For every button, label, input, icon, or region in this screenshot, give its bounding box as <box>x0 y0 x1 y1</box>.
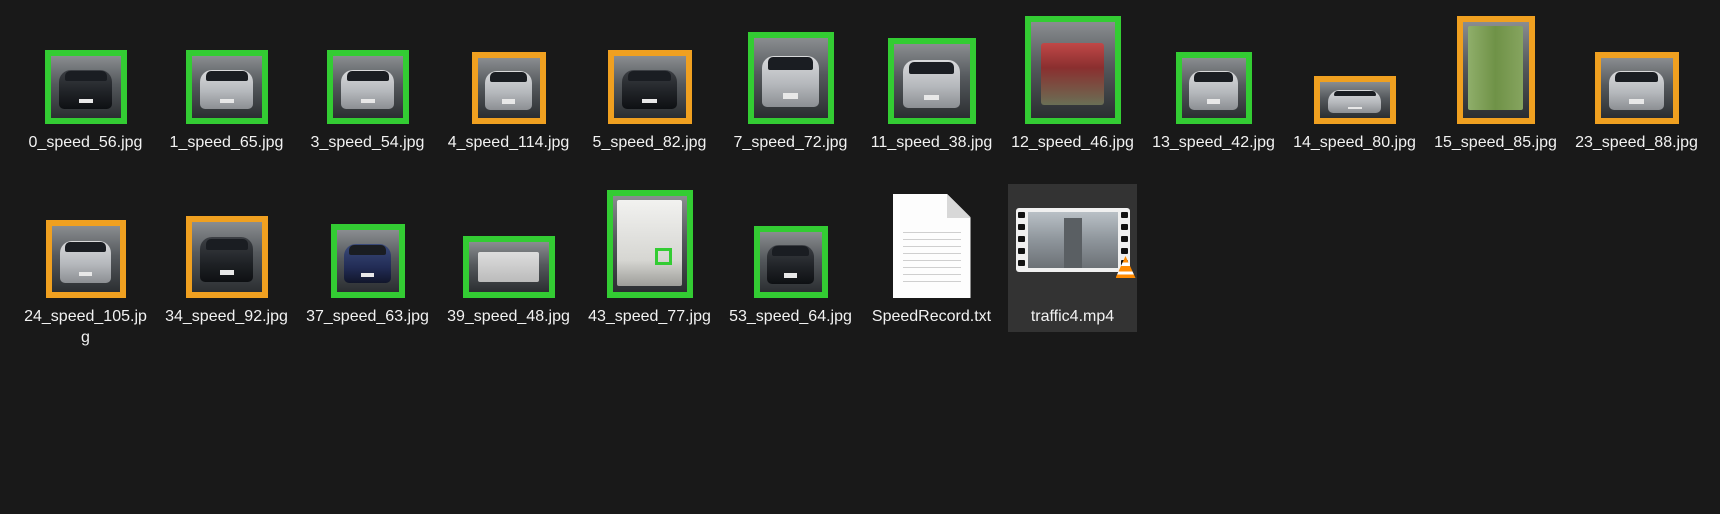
file-name-label: traffic4.mp4 <box>1030 308 1115 325</box>
file-name-label: 43_speed_77.jpg <box>588 308 711 325</box>
file-name-label: 5_speed_82.jpg <box>592 134 707 151</box>
file-item-12-speed-46-jpg[interactable]: 12_speed_46.jpg <box>1002 8 1143 182</box>
file-name-label: 37_speed_63.jpg <box>306 308 429 325</box>
file-name-label: 23_speed_88.jpg <box>1575 134 1698 151</box>
file-item-11-speed-38-jpg[interactable]: 11_speed_38.jpg <box>861 8 1002 182</box>
car-rear-thumbnail <box>44 50 127 124</box>
file-name-label: 15_speed_85.jpg <box>1434 134 1557 151</box>
thumbnail-area <box>872 182 992 298</box>
file-name-label: 53_speed_64.jpg <box>729 308 852 325</box>
thumbnail-area <box>308 182 428 298</box>
thumbnail-area <box>1436 8 1556 124</box>
thumbnail-area <box>731 8 851 124</box>
file-name-label: 34_speed_92.jpg <box>165 308 288 325</box>
file-item-34-speed-92-jpg[interactable]: 34_speed_92.jpg <box>156 182 297 356</box>
truck-rear-thumbnail <box>462 236 555 298</box>
detection-box <box>655 247 672 266</box>
car-rear-thumbnail <box>45 220 126 298</box>
car-rear-thumbnail <box>1313 76 1396 124</box>
file-item-5-speed-82-jpg[interactable]: 5_speed_82.jpg <box>579 8 720 182</box>
file-name-label: 24_speed_105.jpg <box>24 308 147 346</box>
file-name-label: 39_speed_48.jpg <box>447 308 570 325</box>
file-item-3-speed-54-jpg[interactable]: 3_speed_54.jpg <box>297 8 438 182</box>
thumbnail-area <box>167 8 287 124</box>
file-item-7-speed-72-jpg[interactable]: 7_speed_72.jpg <box>720 8 861 182</box>
suv-rear-thumbnail <box>185 216 268 298</box>
thumbnail-area <box>449 8 569 124</box>
thumbnail-area <box>731 182 851 298</box>
file-item-39-speed-48-jpg[interactable]: 39_speed_48.jpg <box>438 182 579 356</box>
box-truck-thumbnail <box>606 190 693 298</box>
file-item-4-speed-114-jpg[interactable]: 4_speed_114.jpg <box>438 8 579 182</box>
file-name-label: 4_speed_114.jpg <box>447 134 570 151</box>
file-item-37-speed-63-jpg[interactable]: 37_speed_63.jpg <box>297 182 438 356</box>
file-item-speedrecord-txt[interactable]: SpeedRecord.txt <box>861 182 1002 356</box>
car-rear-thumbnail <box>607 50 692 124</box>
thumbnail-area <box>1154 8 1274 124</box>
car-rear-thumbnail <box>185 50 268 124</box>
thumbnail-area <box>26 8 146 124</box>
car-rear-thumbnail <box>1594 52 1679 124</box>
file-item-24-speed-105-jpg[interactable]: 24_speed_105.jpg <box>15 182 156 356</box>
thumbnail-area <box>449 182 569 298</box>
suv-rear-thumbnail <box>753 226 828 298</box>
file-name-label: 1_speed_65.jpg <box>169 134 284 151</box>
file-name-label: 7_speed_72.jpg <box>733 134 848 151</box>
file-name-label: SpeedRecord.txt <box>871 308 992 325</box>
file-item-traffic4-mp4[interactable]: traffic4.mp4 <box>1002 182 1143 356</box>
box-truck-thumbnail <box>1456 16 1535 124</box>
thumbnail-area <box>167 182 287 298</box>
file-item-23-speed-88-jpg[interactable]: 23_speed_88.jpg <box>1566 8 1707 182</box>
thumbnail-area <box>1295 8 1415 124</box>
file-item-53-speed-64-jpg[interactable]: 53_speed_64.jpg <box>720 182 861 356</box>
file-item-13-speed-42-jpg[interactable]: 13_speed_42.jpg <box>1143 8 1284 182</box>
file-grid: 0_speed_56.jpg 1_speed_65.jpg 3_speed_54.j… <box>15 8 1707 356</box>
thumbnail-area <box>1013 182 1136 298</box>
file-name-label: 14_speed_80.jpg <box>1293 134 1416 151</box>
thumbnail-area <box>26 182 146 298</box>
thumbnail-area <box>590 8 710 124</box>
thumbnail-area <box>590 182 710 298</box>
truck-rear-thumbnail <box>1024 16 1121 124</box>
thumbnail-area <box>1013 8 1133 124</box>
vlc-cone-icon <box>1115 256 1136 278</box>
thumbnail-area <box>308 8 428 124</box>
vlc-video-icon <box>1015 208 1136 278</box>
car-rear-thumbnail <box>326 50 409 124</box>
car-rear-thumbnail <box>1175 52 1252 124</box>
file-name-label: 3_speed_54.jpg <box>310 134 425 151</box>
thumbnail-area <box>872 8 992 124</box>
file-name-label: 13_speed_42.jpg <box>1152 134 1275 151</box>
file-item-14-speed-80-jpg[interactable]: 14_speed_80.jpg <box>1284 8 1425 182</box>
car-rear-thumbnail <box>471 52 546 124</box>
text-document-icon <box>892 194 971 298</box>
car-rear-thumbnail <box>330 224 405 298</box>
file-name-label: 12_speed_46.jpg <box>1011 134 1134 151</box>
file-item-43-speed-77-jpg[interactable]: 43_speed_77.jpg <box>579 182 720 356</box>
suv-rear-thumbnail <box>747 32 834 124</box>
file-name-label: 11_speed_38.jpg <box>870 134 993 151</box>
file-item-0-speed-56-jpg[interactable]: 0_speed_56.jpg <box>15 8 156 182</box>
suv-rear-thumbnail <box>887 38 976 124</box>
file-item-1-speed-65-jpg[interactable]: 1_speed_65.jpg <box>156 8 297 182</box>
thumbnail-area <box>1577 8 1697 124</box>
file-item-15-speed-85-jpg[interactable]: 15_speed_85.jpg <box>1425 8 1566 182</box>
file-name-label: 0_speed_56.jpg <box>28 134 143 151</box>
